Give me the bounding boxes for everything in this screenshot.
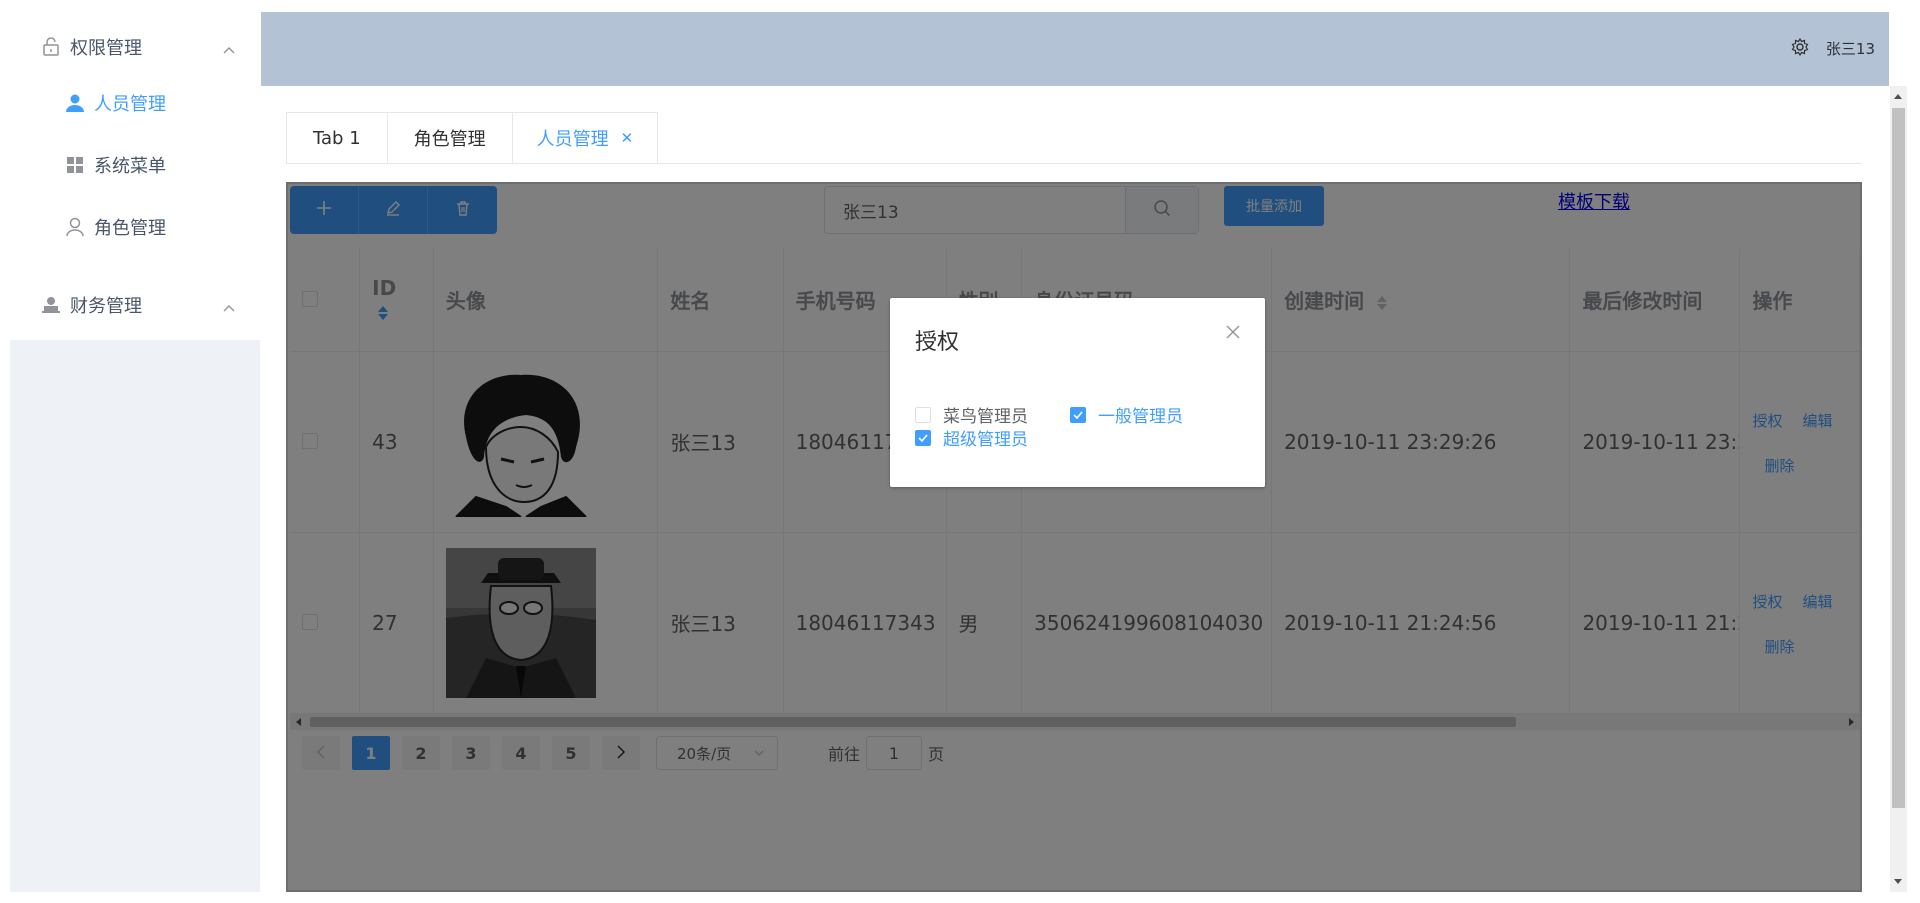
tab-label: 角色管理 [413,129,486,150]
checkbox-label: 超级管理员 [943,430,1028,450]
close-icon[interactable] [1225,324,1241,344]
role-checkbox-general[interactable]: 一般管理员 [1070,402,1183,427]
chevron-up-icon [222,39,236,60]
chevron-up-icon [222,297,236,318]
top-header: 张三13 [261,12,1889,86]
user-icon [64,92,86,114]
person-outline-icon [64,216,86,238]
sidebar: 权限管理 人员管理 系统菜单 角色管理 财务管理 [10,12,260,892]
dialog-title: 授权 [915,330,960,355]
sidebar-group-label: 权限管理 [70,38,142,59]
grid-icon [64,154,86,176]
tab-tab1[interactable]: Tab 1 [286,112,387,164]
vertical-scrollbar[interactable] [1890,86,1907,892]
checkbox[interactable] [1070,406,1086,423]
tab-role-management[interactable]: 角色管理 [386,112,512,164]
tab-label: 人员管理 [536,129,609,150]
sidebar-item-system-menu[interactable]: 系统菜单 [10,140,260,190]
tab-divider [286,163,1862,164]
scrollbar-thumb[interactable] [1892,108,1905,808]
role-checkbox-super[interactable]: 超级管理员 [915,425,1028,450]
tab-bar: Tab 1 角色管理 人员管理 ✕ [286,112,659,164]
lock-icon [40,36,62,58]
checkbox[interactable] [915,429,931,446]
close-icon[interactable]: ✕ [621,129,634,147]
tab-personnel-management[interactable]: 人员管理 ✕ [511,112,659,164]
role-checkbox-rookie[interactable]: 菜鸟管理员 [915,402,1028,427]
sidebar-group-label: 财务管理 [70,296,142,317]
header-username[interactable]: 张三13 [1826,38,1875,59]
gear-icon[interactable] [1791,37,1809,60]
scroll-down-icon[interactable] [1894,879,1902,884]
sidebar-item-role[interactable]: 角色管理 [10,202,260,252]
scroll-up-icon[interactable] [1894,94,1902,99]
sidebar-group-permission[interactable]: 权限管理 [10,22,260,72]
user-finance-icon [40,294,62,316]
checkbox[interactable] [915,406,931,423]
app-root: 权限管理 人员管理 系统菜单 角色管理 财务管理 张三13 Tab 1 角色管理… [0,0,1920,903]
tab-label: Tab 1 [313,127,361,149]
checkbox-label: 菜鸟管理员 [943,407,1028,427]
modal-overlay[interactable] [286,182,1862,892]
sidebar-item-label: 角色管理 [94,218,166,239]
authorize-dialog: 授权 菜鸟管理员 一般管理员 超级管理员 [890,298,1265,487]
sidebar-item-label: 系统菜单 [94,156,166,177]
sidebar-item-personnel[interactable]: 人员管理 [10,78,260,128]
checkbox-label: 一般管理员 [1098,407,1183,427]
sidebar-group-finance[interactable]: 财务管理 [10,280,260,330]
sidebar-item-label: 人员管理 [94,94,166,115]
